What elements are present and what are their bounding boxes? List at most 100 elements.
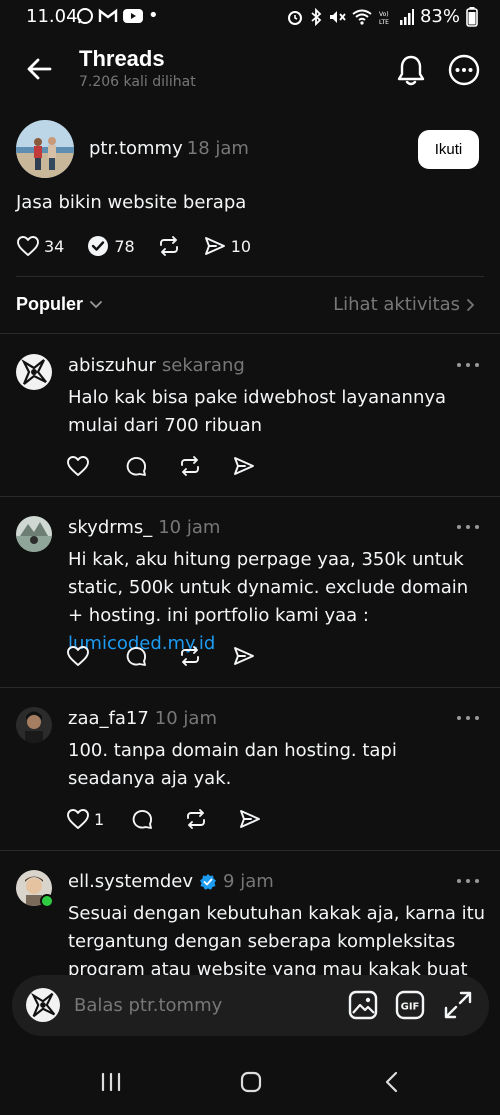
back-arrow-icon[interactable] [24, 54, 54, 84]
status-time: 11.04 [26, 6, 78, 27]
comment-icon [126, 647, 147, 666]
share-button[interactable] [232, 454, 256, 478]
more-options-icon[interactable] [448, 54, 480, 86]
svg-text:Vo): Vo) [379, 11, 389, 18]
like-count: 1 [94, 809, 105, 829]
like-button[interactable]: 34 [16, 234, 64, 258]
online-indicator [40, 894, 54, 908]
heart-icon [17, 236, 39, 256]
reply-username[interactable]: ell.systemdev [68, 871, 193, 892]
avatar[interactable] [16, 354, 52, 390]
expand-icon[interactable] [443, 990, 473, 1020]
nav-back-icon[interactable] [384, 1071, 400, 1093]
reply-time: 10 jam [158, 517, 221, 538]
send-icon [240, 810, 261, 828]
heart-icon [67, 456, 89, 476]
like-button[interactable] [66, 644, 94, 668]
reply-username[interactable]: skydrms_ [68, 517, 152, 538]
reply-text: 100. tanpa domain dan hosting. tapi sead… [68, 740, 397, 789]
check-count: 78 [114, 236, 135, 256]
post-actions: 34 78 10 [16, 232, 273, 260]
comment-icon [126, 457, 147, 476]
recent-apps-icon[interactable] [100, 1072, 122, 1092]
mute-icon [329, 10, 346, 23]
page-title: Threads [79, 46, 165, 71]
signal-icon [399, 8, 414, 25]
reply-time: 10 jam [154, 708, 217, 729]
more-dots-icon[interactable] [455, 713, 481, 723]
reply-actions: 1 [66, 807, 292, 831]
battery-icon [466, 6, 478, 27]
repost-icon [181, 456, 199, 476]
share-button[interactable]: 10 [203, 234, 251, 258]
repost-button[interactable] [157, 234, 181, 258]
share-count: 10 [230, 236, 252, 256]
sort-label: Populer [16, 294, 84, 314]
youtube-icon [123, 9, 143, 23]
reply-actions [66, 644, 286, 668]
avatar[interactable] [16, 516, 52, 552]
reply-input[interactable] [74, 985, 334, 1025]
divider [0, 687, 500, 688]
gmail-icon [98, 8, 118, 22]
top-header: Threads 7.206 kali dilihat [0, 40, 500, 104]
gif-icon[interactable]: GIF [395, 990, 425, 1020]
chevron-right-icon [467, 298, 475, 311]
comment-button[interactable] [124, 644, 148, 668]
svg-text:LTE: LTE [379, 19, 389, 25]
comment-button[interactable] [130, 807, 154, 831]
check-reaction-button[interactable]: 78 [86, 234, 135, 258]
alarm-icon [287, 10, 302, 25]
heart-icon [67, 809, 89, 829]
reply-time: sekarang [161, 355, 245, 376]
post-username[interactable]: ptr.tommy [89, 138, 183, 159]
activity-link[interactable]: Lihat aktivitas [333, 294, 476, 315]
whatsapp-icon [77, 8, 93, 24]
avatar[interactable] [16, 120, 74, 178]
svg-text:GIF: GIF [401, 1002, 420, 1013]
avatar[interactable] [16, 707, 52, 743]
send-icon [234, 647, 254, 665]
repost-icon [159, 236, 178, 256]
like-button[interactable]: 1 [66, 807, 104, 831]
reply-username[interactable]: zaa_fa17 [68, 708, 149, 729]
share-button[interactable] [238, 807, 262, 831]
send-icon [234, 457, 254, 475]
share-button[interactable] [232, 644, 256, 668]
reply-text: Halo kak bisa pake idwebhost layanannya … [68, 387, 447, 436]
verified-badge-icon [200, 873, 217, 890]
sort-dropdown[interactable]: Populer [16, 294, 103, 315]
image-icon[interactable] [348, 990, 378, 1020]
more-dots-icon[interactable] [455, 876, 481, 886]
follow-button[interactable]: Ikuti [418, 130, 479, 169]
reply-username[interactable]: abiszuhur [68, 355, 156, 376]
view-count: 7.206 kali dilihat [79, 74, 196, 90]
repost-icon [181, 646, 199, 666]
repost-button[interactable] [178, 644, 202, 668]
volte-icon: Vo)LTE [379, 11, 389, 25]
check-badge-icon [88, 236, 109, 256]
my-avatar [26, 988, 60, 1022]
bluetooth-icon [311, 7, 322, 26]
comment-button[interactable] [124, 454, 148, 478]
divider [0, 333, 500, 334]
home-icon[interactable] [240, 1071, 262, 1093]
sort-row: Populer Lihat aktivitas [0, 286, 500, 326]
divider [16, 276, 484, 277]
repost-button[interactable] [184, 807, 208, 831]
more-dots-icon[interactable] [455, 360, 481, 370]
reply-time: 9 jam [223, 871, 274, 892]
bell-icon[interactable] [396, 54, 426, 86]
send-icon [204, 237, 225, 255]
post-text: Jasa bikin website berapa [16, 192, 247, 213]
like-button[interactable] [66, 454, 94, 478]
divider [0, 850, 500, 851]
wifi-icon [352, 9, 372, 25]
status-bar: 11.04 • Vo) LTE 83% [0, 0, 500, 34]
chevron-down-icon [90, 300, 102, 308]
system-nav-bar [0, 1050, 500, 1115]
repost-button[interactable] [178, 454, 202, 478]
activity-label: Lihat aktivitas [333, 294, 460, 315]
more-dots-icon[interactable] [455, 522, 481, 532]
reply-composer: GIF [12, 975, 489, 1036]
